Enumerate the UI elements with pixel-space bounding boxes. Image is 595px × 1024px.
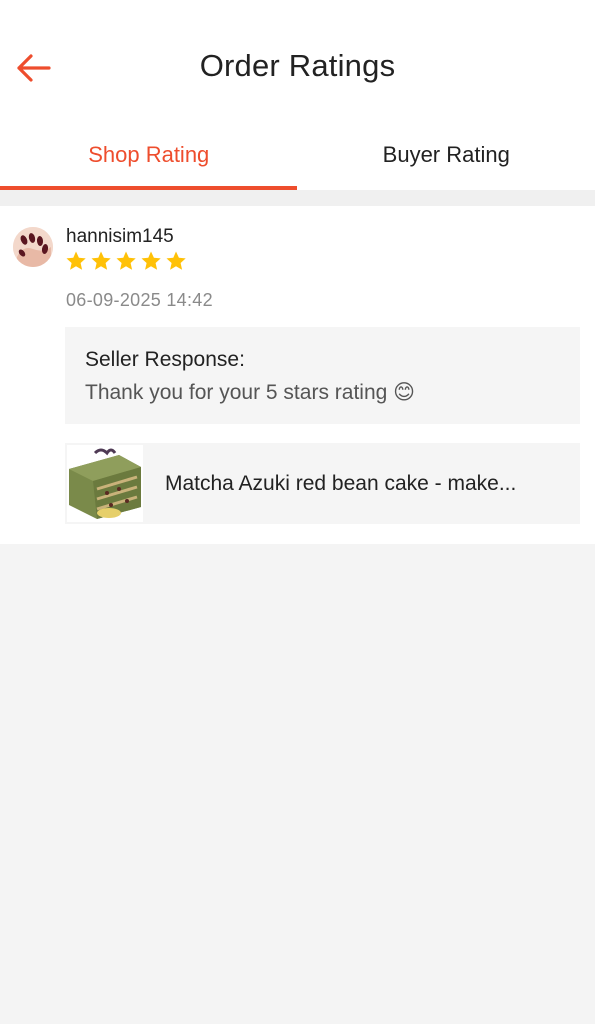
reviewer-username: hannisim145 [66,226,174,247]
product-name: Matcha Azuki red bean cake - make... [165,472,517,495]
header: Order Ratings [0,0,595,118]
product-link[interactable]: Matcha Azuki red bean cake - make... [65,443,580,524]
page-title: Order Ratings [199,48,396,83]
user-avatar[interactable] [13,227,53,267]
review-timestamp: 06-09-2025 14:42 [66,290,213,310]
tab-shop-rating[interactable]: Shop Rating [0,118,298,192]
star-icon [66,251,86,270]
star-icon [116,251,136,270]
rating-tabs: Shop Rating Buyer Rating [0,118,595,192]
seller-response-label: Seller Response: [85,348,245,371]
section-divider [0,190,595,206]
seller-response-box: Seller Response: Thank you for your 5 st… [65,327,580,424]
star-icon [91,251,111,270]
seller-response-text: Thank you for your 5 stars rating 😊 [85,381,416,404]
product-thumbnail [67,445,143,522]
star-rating [64,249,188,273]
tab-buyer-rating[interactable]: Buyer Rating [298,118,595,192]
star-icon [141,251,161,270]
star-icon [166,251,186,270]
